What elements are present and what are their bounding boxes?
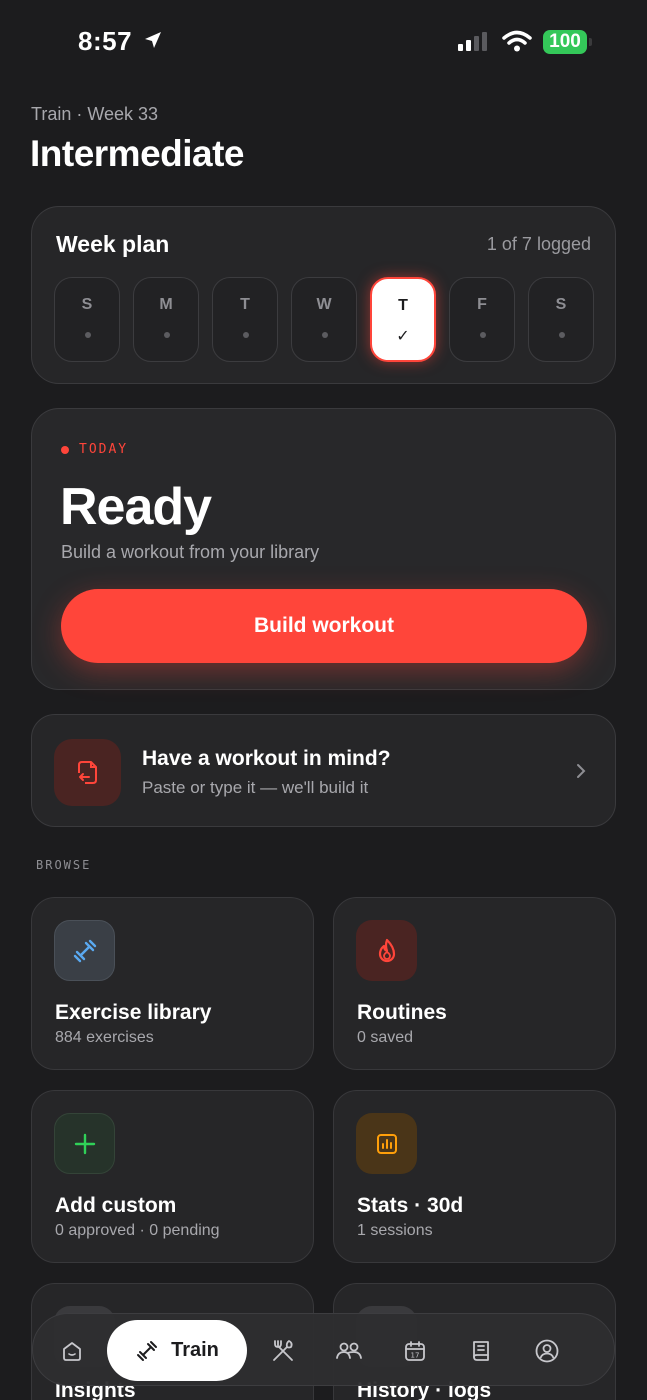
day-wednesday[interactable]: W xyxy=(291,277,357,362)
tile-icon-box xyxy=(54,1113,115,1174)
day-friday[interactable]: F xyxy=(449,277,515,362)
import-subtitle: Paste or type it — we'll build it xyxy=(142,778,369,797)
wifi-icon xyxy=(502,30,532,52)
fork-knife-icon xyxy=(273,1339,293,1361)
tile-subtitle: 0 approved · 0 pending xyxy=(55,1222,220,1239)
day-saturday[interactable]: S xyxy=(528,277,594,362)
day-monday[interactable]: M xyxy=(133,277,199,362)
day-status-dot xyxy=(85,332,91,338)
nav-train-label: Train xyxy=(171,1339,219,1361)
book-icon xyxy=(473,1340,489,1361)
import-workout-card[interactable]: Have a workout in mind? Paste or type it… xyxy=(31,714,616,827)
home-icon xyxy=(63,1341,81,1361)
today-dot xyxy=(61,445,69,454)
day-letter: S xyxy=(555,296,567,313)
build-workout-button[interactable]: Build workout xyxy=(61,589,587,663)
bottom-navigation: Train 17 xyxy=(32,1313,615,1386)
routines-tile[interactable]: Routines 0 saved xyxy=(333,897,616,1070)
day-status-dot xyxy=(164,332,170,338)
day-letter: M xyxy=(159,296,173,313)
day-thursday[interactable]: T ✓ xyxy=(370,277,436,362)
day-letter: S xyxy=(81,296,93,313)
today-title: Ready xyxy=(60,478,212,536)
import-icon-box xyxy=(54,739,121,806)
check-icon: ✓ xyxy=(396,328,410,345)
nav-nutrition[interactable] xyxy=(259,1314,307,1387)
week-plan-title: Week plan xyxy=(56,231,170,257)
tile-icon-box xyxy=(356,920,417,981)
day-status-dot xyxy=(243,332,249,338)
tile-title: Exercise library xyxy=(55,1001,212,1024)
today-tag: TODAY xyxy=(61,442,128,457)
svg-text:17: 17 xyxy=(411,1351,420,1359)
week-logged-count: 1 of 7 logged xyxy=(486,234,591,254)
today-label: TODAY xyxy=(79,442,129,457)
today-subtitle: Build a workout from your library xyxy=(61,542,320,562)
status-bar: 8:57 100 xyxy=(0,0,647,88)
nav-profile[interactable] xyxy=(523,1314,571,1387)
day-letter: W xyxy=(316,296,332,313)
nav-calendar[interactable]: 17 xyxy=(391,1314,439,1387)
browse-section-label: BROWSE xyxy=(36,858,92,872)
tile-subtitle: 884 exercises xyxy=(55,1029,154,1046)
document-import-icon xyxy=(77,760,97,784)
chevron-right-icon xyxy=(577,764,586,778)
nav-community[interactable] xyxy=(325,1314,373,1387)
tile-title: Routines xyxy=(357,1001,447,1024)
plus-icon xyxy=(74,1133,95,1154)
battery-indicator: 100 xyxy=(543,30,587,54)
week-plan-card: Week plan 1 of 7 logged S M T W T ✓ F S xyxy=(31,206,616,384)
cellular-signal-icon xyxy=(458,32,487,51)
dumbbell-icon xyxy=(137,1340,158,1361)
nav-home[interactable] xyxy=(47,1314,97,1387)
profile-icon xyxy=(535,1339,559,1362)
day-status-dot xyxy=(480,332,486,338)
stats-tile[interactable]: Stats · 30d 1 sessions xyxy=(333,1090,616,1263)
flame-icon xyxy=(378,938,395,962)
people-icon xyxy=(336,1342,362,1359)
day-sunday[interactable]: S xyxy=(54,277,120,362)
day-letter: T xyxy=(398,297,408,314)
day-status-dot xyxy=(559,332,565,338)
tile-title: Stats · 30d xyxy=(357,1194,464,1217)
day-letter: F xyxy=(477,296,487,313)
week-days: S M T W T ✓ F S xyxy=(54,277,594,362)
day-letter: T xyxy=(240,296,250,313)
breadcrumb: Train · Week 33 xyxy=(31,104,159,124)
calendar-icon: 17 xyxy=(405,1340,425,1361)
day-status-dot xyxy=(322,332,328,338)
chart-icon xyxy=(376,1133,397,1154)
dumbbell-icon xyxy=(73,939,96,962)
tile-subtitle: 0 saved xyxy=(357,1029,414,1046)
battery-tip xyxy=(589,38,592,46)
status-time: 8:57 xyxy=(78,26,133,56)
tile-icon-box xyxy=(54,920,115,981)
import-title: Have a workout in mind? xyxy=(142,747,391,770)
tile-icon-box xyxy=(356,1113,417,1174)
exercise-library-tile[interactable]: Exercise library 884 exercises xyxy=(31,897,314,1070)
location-arrow-icon xyxy=(145,32,161,48)
tile-title: Add custom xyxy=(55,1194,177,1217)
day-tuesday[interactable]: T xyxy=(212,277,278,362)
page-title: Intermediate xyxy=(30,133,245,174)
add-custom-tile[interactable]: Add custom 0 approved · 0 pending xyxy=(31,1090,314,1263)
tile-subtitle: 1 sessions xyxy=(357,1222,433,1239)
nav-train[interactable]: Train xyxy=(107,1320,247,1381)
today-card: TODAY Ready Build a workout from your li… xyxy=(31,408,616,690)
nav-journal[interactable] xyxy=(457,1314,505,1387)
